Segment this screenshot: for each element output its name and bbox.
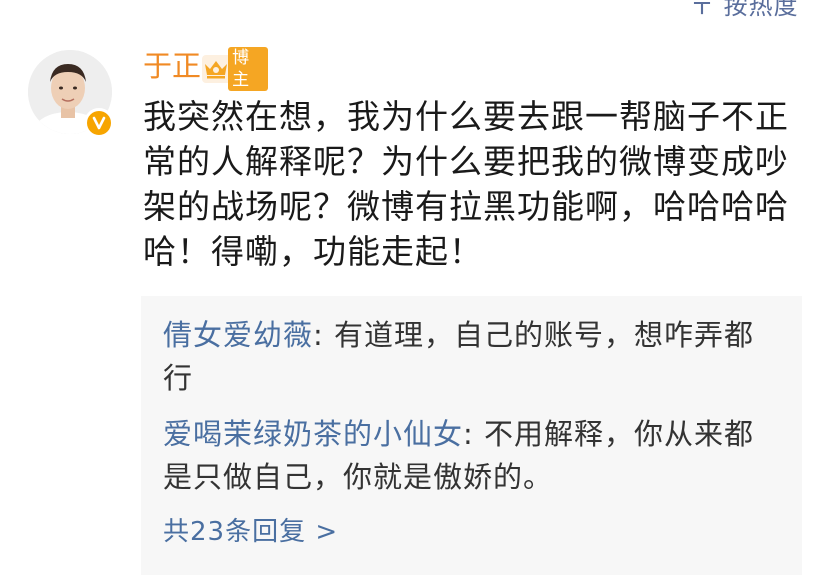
sort-by-hot-button[interactable]: 〒 按热度 — [690, 0, 799, 21]
reply-separator: : — [463, 417, 485, 451]
reply-separator: : — [313, 318, 335, 352]
blogger-badge: 博主 — [202, 47, 268, 91]
blogger-badge-label: 博主 — [228, 47, 268, 91]
reply-item[interactable]: 爱喝茉绿奶茶的小仙女: 不用解释，你从来都是只做自己，你就是傲娇的。 — [163, 413, 778, 499]
replies-panel: 倩女爱幼薇: 有道理，自己的账号，想咋弄都行 爱喝茉绿奶茶的小仙女: 不用解释，… — [141, 296, 802, 575]
reply-item[interactable]: 倩女爱幼薇: 有道理，自己的账号，想咋弄都行 — [163, 314, 778, 400]
reply-author-name[interactable]: 倩女爱幼薇 — [163, 318, 313, 352]
view-all-replies-link[interactable]: 共23条回复 > — [163, 514, 338, 550]
reply-author-name[interactable]: 爱喝茉绿奶茶的小仙女 — [163, 417, 463, 451]
blogger-badge-icon — [202, 55, 230, 83]
post-author-name[interactable]: 于正 — [143, 46, 201, 86]
post-content: 我突然在想，我为什么要去跟一帮脑子不正常的人解释呢？为什么要把我的微博变成吵架的… — [143, 97, 789, 271]
verified-icon — [84, 108, 114, 138]
